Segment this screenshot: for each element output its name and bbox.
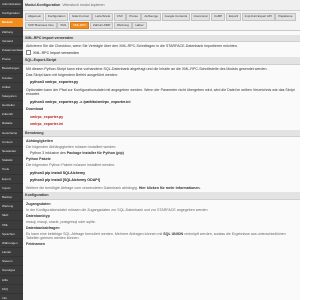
sidebar-item[interactable]: Zusammenfassung xyxy=(0,46,23,56)
page-subtitle: Veknstuch modul kopieren xyxy=(62,3,105,7)
tab-preise[interactable]: Preise xyxy=(126,13,141,21)
tab-bar: Allgemein Konfiguration Gäst-Format Lieferb… xyxy=(23,11,300,31)
tab-sop-business-one[interactable]: SOP Business One xyxy=(25,21,57,29)
tab-csv[interactable]: CSV xyxy=(113,13,126,21)
sidebar-item[interactable]: Sprachen xyxy=(0,230,23,239)
main-panel: Modul-Konfiguration Veknstuch modul kopie… xyxy=(23,0,300,300)
python-packages-note: Weitere die benötigte Abfrage vom verwen… xyxy=(26,186,297,190)
sidebar-item[interactable]: Backup xyxy=(0,193,23,203)
tab-google-contents[interactable]: Google Contents xyxy=(161,13,191,21)
sidebar-item[interactable]: Kategorien xyxy=(0,92,23,102)
dependencies-item-pip: Package Installer für Python (pip) xyxy=(66,151,124,156)
page-title: Modul-Konfiguration Veknstuch modul kopie… xyxy=(23,0,300,11)
tab-lieferbriefe[interactable]: Lieferbriefe xyxy=(92,13,114,21)
sidebar-item[interactable]: Wartung xyxy=(0,202,23,212)
sql-export-command-intro: Das Skript kann mit folgendem Befehl aus… xyxy=(26,72,118,77)
page-title-text: Modul-Konfiguration xyxy=(25,3,61,7)
tab-grenzonal[interactable]: Grenzonal xyxy=(190,13,211,21)
xmlrpc-import-checkbox[interactable] xyxy=(26,50,31,56)
database-queries-description: Es kann eine beliebige SQL-Abfrage formu… xyxy=(26,232,297,241)
sidebar-item[interactable]: Newsletter xyxy=(0,147,23,157)
sidebar: Administration Konfiguration Module Zahlung… xyxy=(0,0,23,300)
sidebar-item[interactable]: Gutscheine xyxy=(0,129,23,138)
sidebar-item[interactable]: Länder xyxy=(0,248,23,258)
sidebar-item[interactable]: FAQ xyxy=(0,285,23,294)
sql-union-term: SQL UNION xyxy=(163,231,184,236)
tab-xml[interactable]: XML xyxy=(57,21,70,29)
tab-comp[interactable]: CoMP xyxy=(210,13,226,21)
tab-exportl[interactable]: Exportl xyxy=(225,13,242,21)
sidebar-item[interactable]: Sonstiges xyxy=(0,266,23,276)
sidebar-item[interactable]: Tools xyxy=(0,165,23,175)
dependencies-item: Python 3 inklusive des Package Installer… xyxy=(30,151,297,155)
xmlrpc-import-row: XML-RPC Import verwenden xyxy=(26,50,297,56)
database-type-description: mssql, mssql, oracle, postgresql oder sq… xyxy=(26,219,96,224)
section-header-sql-export-script: SQL-Export-Skript xyxy=(23,57,300,65)
sidebar-item[interactable]: Zubehör xyxy=(0,110,23,120)
sql-export-command-with-config: python3 xmlrpc_exporter.py -c /path/to/x… xyxy=(30,99,131,104)
python-package-command-2: python3 pip install [SQLAlchemy ODAPI] xyxy=(30,178,100,183)
dependencies-description: Die folgenden Abhängigkeiten müssen inst… xyxy=(26,145,117,150)
sidebar-item[interactable]: Konfiguration xyxy=(0,9,23,19)
sidebar-item[interactable]: Statistik xyxy=(0,156,23,166)
sidebar-item[interactable]: Währungen xyxy=(0,239,23,249)
content-area: XML-RPC Import verwenden Aktivieren Sie … xyxy=(23,31,300,250)
tab-papsktone[interactable]: Papsktone xyxy=(275,13,296,21)
credentials-heading: Zugangsdaten xyxy=(26,201,51,206)
sidebar-item[interactable]: Preise xyxy=(0,55,23,65)
xmlrpc-import-checkbox-label: XML-RPC Import verwenden xyxy=(33,50,79,55)
dependencies-item-text: Python 3 inklusive des xyxy=(30,151,66,156)
sql-export-description: Mit diesem Python-Skript kann eine vorha… xyxy=(26,66,268,71)
sidebar-item[interactable]: Hersteller xyxy=(0,101,23,111)
more-info-link[interactable]: Hier klicken für mehr Informationen. xyxy=(139,186,201,190)
database-queries-heading: Datenbankabfragen xyxy=(26,225,60,230)
dependencies-heading: Abhängigkeiten xyxy=(26,139,53,144)
sidebar-item[interactable]: Module xyxy=(0,18,23,28)
tab-konfiguration[interactable]: Konfiguration xyxy=(44,13,69,21)
tab-xml-rpc[interactable]: XML-RPC xyxy=(69,21,90,29)
sidebar-item[interactable]: XML xyxy=(0,221,23,230)
section-header-usage: Benutzung xyxy=(23,129,300,138)
sidebar-item[interactable]: Import xyxy=(0,184,23,193)
section-header-xmlrpc-import: XML-RPC Import verwenden xyxy=(23,35,300,43)
tab-aufbemge[interactable]: Aufbemge xyxy=(141,13,162,21)
sidebar-item[interactable]: Content xyxy=(0,138,23,147)
tab-allgemein[interactable]: Allgemein xyxy=(25,13,45,21)
sidebar-item[interactable]: Rabatte xyxy=(0,119,23,129)
sidebar-item[interactable]: Zahlung xyxy=(0,28,23,37)
sidebar-item[interactable]: Kunden xyxy=(0,74,23,83)
download-heading: Download xyxy=(26,107,44,112)
download-link-config[interactable]: xmlrpc_exporter.ini xyxy=(30,122,297,126)
xmlrpc-import-description: Aktivieren Sie die Checkbox, wenn Sie Ve… xyxy=(26,44,238,49)
python-package-command-1: python3 pip install SQLAlchemy xyxy=(30,170,86,175)
tab-zahlunl-smp[interactable]: Zahlunl-SMP xyxy=(89,21,114,29)
sidebar-item[interactable]: SEO xyxy=(0,211,23,221)
sidebar-item[interactable]: Administration xyxy=(0,0,23,10)
tab-g-st-format[interactable]: Gäst-Format xyxy=(68,13,92,21)
tab-werbung[interactable]: Werbung xyxy=(113,21,132,29)
database-type-heading: Datenbanktyp xyxy=(26,213,50,218)
python-packages-note-text: Weitere die benötigte Abfrage vom verwen… xyxy=(26,185,138,190)
sql-export-config-hint: Optionalen kann der Pfad zur Konfigurati… xyxy=(26,87,295,97)
tab-impl-kart-expert-api[interactable]: Impl-Kart Expert API xyxy=(241,13,275,21)
sidebar-item[interactable]: Info xyxy=(0,294,23,300)
credentials-description: In der Konfigurationsdatei müssen die Zu… xyxy=(26,207,209,212)
download-link-script[interactable]: xmlrpc_exporter.py xyxy=(30,115,297,119)
field-names-heading: Feldnamen xyxy=(26,242,45,247)
tab-haber[interactable]: Haber xyxy=(132,21,147,29)
sidebar-item[interactable]: Bestellungen xyxy=(0,64,23,74)
sql-export-command: python3 xmlrpc_exporter.py xyxy=(30,80,79,85)
python-packages-description: Die folgenden Python Pakete müssen insta… xyxy=(26,163,116,168)
sidebar-item[interactable]: Versand xyxy=(0,37,23,46)
sidebar-item[interactable]: Steuern xyxy=(0,257,23,267)
database-queries-text: Es kann eine beliebige SQL-Abfrage formu… xyxy=(26,231,163,236)
sidebar-item[interactable]: Artikel xyxy=(0,83,23,92)
python-packages-heading: Python Pakete xyxy=(26,157,51,162)
sidebar-item[interactable]: Hilfe xyxy=(0,276,23,285)
section-header-configuration: Konfiguration xyxy=(23,192,300,200)
sidebar-item[interactable]: Export xyxy=(0,175,23,184)
